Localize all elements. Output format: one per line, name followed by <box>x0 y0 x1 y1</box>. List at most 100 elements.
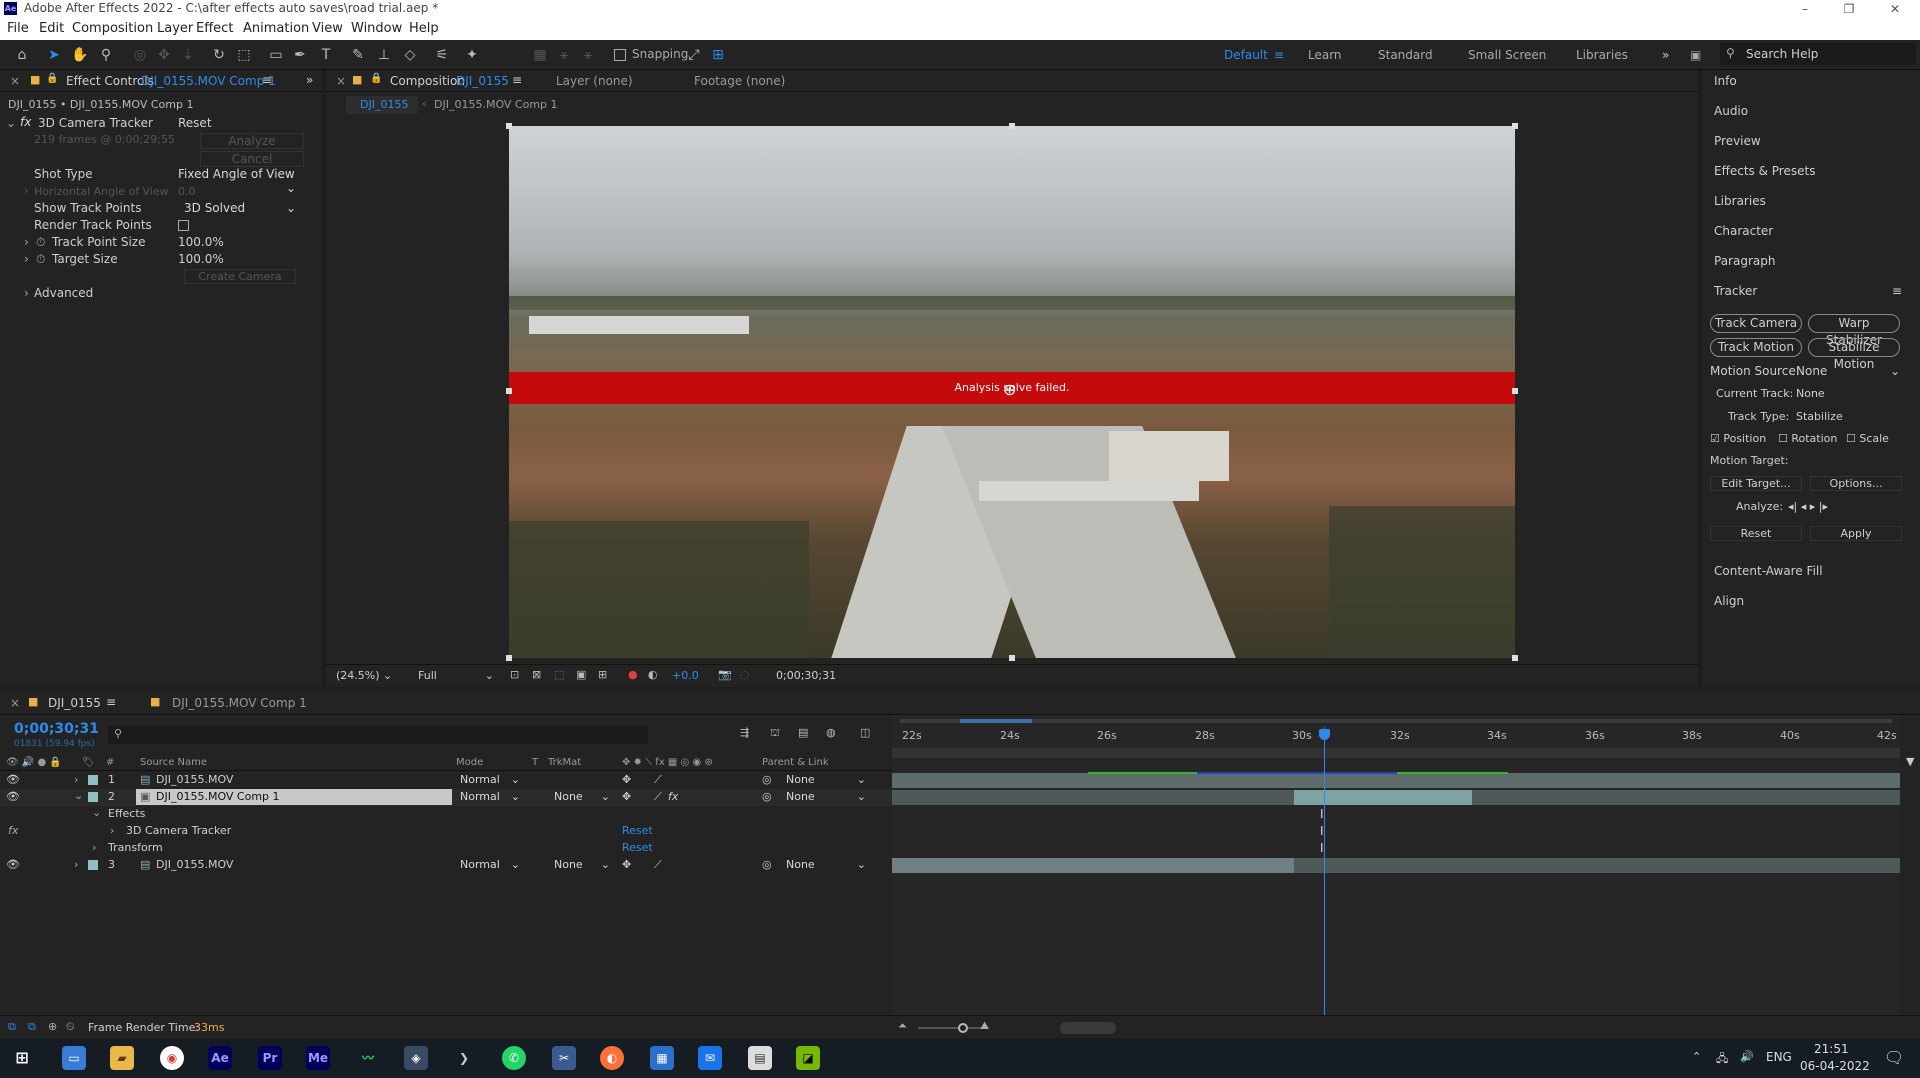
analyze-controls-icon[interactable]: ◂| ◂ ▸ |▸ <box>1788 500 1828 513</box>
clone-stamp-tool-icon[interactable]: ⊥ <box>374 45 394 65</box>
composition-viewer[interactable]: Analysis solve failed. ⊕ <box>509 126 1515 658</box>
trkmat-dropdown[interactable]: None ⌄ <box>554 790 610 803</box>
snap-grid-icon[interactable]: ⊞ <box>708 45 728 65</box>
anchor-point-icon[interactable]: ⊕ <box>1003 380 1016 399</box>
effect-controls-tab-target[interactable]: DJI_0155.MOV Comp 1 <box>141 74 276 88</box>
transform-handle[interactable] <box>1009 123 1015 129</box>
zoom-out-icon[interactable]: ⏶ <box>898 1019 907 1033</box>
timeline-tab-comp1[interactable]: DJI_0155.MOV Comp 1 <box>172 696 307 710</box>
timeline-scrollbar[interactable] <box>1060 1022 1116 1034</box>
expand-transform-icon[interactable]: › <box>92 841 96 854</box>
hand-tool-icon[interactable]: ✋ <box>70 45 90 65</box>
expand-panels-icon[interactable]: » <box>306 73 313 87</box>
close-window-button[interactable]: ✕ <box>1876 0 1914 18</box>
visibility-eye-icon[interactable]: 👁 <box>6 773 20 786</box>
menu-edit[interactable]: Edit <box>39 21 64 36</box>
menu-animation[interactable]: Animation <box>243 21 309 36</box>
notifications-icon[interactable]: 🗨 <box>1884 1048 1904 1067</box>
channels-icon[interactable]: ● <box>628 668 638 681</box>
transform-handle[interactable] <box>1512 123 1518 129</box>
parent-dropdown[interactable]: None ⌄ <box>786 858 866 871</box>
fx-icon[interactable]: fx <box>20 115 31 129</box>
media-encoder-icon[interactable]: Me <box>306 1046 330 1070</box>
effects-group-row[interactable]: ⌄ Effects <box>0 806 892 823</box>
zoom-dropdown[interactable]: (24.5%) ⌄ <box>336 669 392 682</box>
label-color-swatch[interactable] <box>88 860 98 870</box>
toggle-switches-icon[interactable]: ⧉ <box>8 1020 16 1034</box>
close-panel-icon[interactable]: × <box>10 74 20 88</box>
rectangle-tool-icon[interactable]: ▭ <box>266 45 286 65</box>
workspace-learn[interactable]: Learn <box>1308 48 1342 62</box>
lock-icon[interactable]: 🔒 <box>370 73 382 84</box>
close-panel-icon[interactable]: × <box>336 74 346 88</box>
expand-layer-icon[interactable]: › <box>74 858 78 871</box>
fx-icon[interactable]: fx <box>8 824 18 837</box>
collapse-effect-icon[interactable]: ⌄ <box>6 116 16 130</box>
menu-layer[interactable]: Layer <box>157 21 193 36</box>
rotation-checkbox[interactable]: ☐ Rotation <box>1778 432 1837 445</box>
mode-dropdown[interactable]: Normal ⌄ <box>460 790 520 803</box>
preview-panel-tab[interactable]: Preview <box>1714 134 1761 148</box>
workspace-libraries[interactable]: Libraries <box>1576 48 1628 62</box>
transform-handle[interactable] <box>1009 655 1015 661</box>
stopwatch-icon[interactable]: ⏱ <box>36 252 45 267</box>
layer-bar-3[interactable] <box>892 858 1294 873</box>
libraries-panel-tab[interactable]: Libraries <box>1714 194 1766 208</box>
effects-presets-panel-tab[interactable]: Effects & Presets <box>1714 164 1815 178</box>
rotation-tool-icon[interactable]: ↻ <box>209 45 229 65</box>
dolly-camera-icon[interactable]: ⇣ <box>178 45 198 65</box>
layer-name[interactable]: DJI_0155.MOV <box>156 773 233 786</box>
track-type-value[interactable]: Stabilize <box>1796 410 1843 423</box>
zoom-slider-thumb[interactable] <box>958 1023 968 1033</box>
mode-dropdown[interactable]: Normal ⌄ <box>460 858 520 871</box>
reset-exposure-icon[interactable]: ◐ <box>648 668 658 681</box>
eraser-tool-icon[interactable]: ◇ <box>400 45 420 65</box>
premiere-pro-icon[interactable]: Pr <box>258 1046 282 1070</box>
roto-brush-tool-icon[interactable]: ⚟ <box>432 45 452 65</box>
playhead-line[interactable] <box>1324 727 1325 1015</box>
zoom-slider-track[interactable] <box>918 1027 984 1029</box>
home-icon[interactable]: ⌂ <box>12 45 32 65</box>
nvidia-icon[interactable]: ◪ <box>796 1046 820 1070</box>
playhead-handle[interactable] <box>1319 729 1330 740</box>
windows-start-icon[interactable]: ⊞ <box>10 1046 34 1070</box>
target-size-value[interactable]: 100.0% <box>178 252 224 266</box>
motion-source-dropdown[interactable]: None ⌄ <box>1796 364 1900 378</box>
resolution-dropdown[interactable]: Full ⌄ <box>418 669 494 682</box>
selection-tool-icon[interactable]: ➤ <box>44 45 64 65</box>
parent-header[interactable]: Parent & Link <box>762 757 829 768</box>
zoom-tool-icon[interactable]: ⚲ <box>96 45 116 65</box>
render-track-points-checkbox[interactable] <box>178 220 189 231</box>
transform-handle[interactable] <box>506 123 512 129</box>
mask-visibility-icon[interactable]: ⬚ <box>554 668 564 681</box>
layer-row-2[interactable]: 👁 ⌄ 2 ▣ DJI_0155.MOV Comp 1 Normal ⌄ None… <box>0 789 892 806</box>
clock-date[interactable]: 06-04-2022 <box>1800 1059 1870 1073</box>
quality-switch-icon[interactable]: ⟋ <box>654 858 662 872</box>
work-area-range[interactable] <box>960 719 1032 723</box>
warp-stabilizer-button[interactable]: Warp Stabilizer <box>1808 314 1900 347</box>
comp-flowchart-icon[interactable]: ⇶ <box>740 726 749 739</box>
show-snapshot-icon[interactable]: ◌ <box>740 668 750 681</box>
pan-camera-icon[interactable]: ✥ <box>154 45 174 65</box>
search-help-field[interactable]: ⚲ Search Help <box>1720 43 1916 65</box>
panel-toggle-icon[interactable]: ▣ <box>1690 48 1701 62</box>
tracker-menu-icon[interactable]: ≡ <box>1892 284 1902 298</box>
trkmat-header[interactable]: TrkMat <box>548 757 581 768</box>
edit-target-button[interactable]: Edit Target... <box>1710 476 1802 491</box>
expand-track-point-size-icon[interactable]: › <box>24 235 29 249</box>
photos-icon[interactable]: ▤ <box>748 1046 772 1070</box>
exposure-value[interactable]: +0.0 <box>672 669 699 682</box>
crumb-comp[interactable]: DJI_0155.MOV Comp 1 <box>434 98 558 111</box>
menu-file[interactable]: File <box>7 21 29 36</box>
transform-handle[interactable] <box>506 388 512 394</box>
align-panel-tab[interactable]: Align <box>1714 594 1744 608</box>
shot-type-dropdown[interactable]: Fixed Angle of View ⌄ <box>178 167 296 195</box>
frame-blending-icon[interactable]: ▤ <box>798 726 808 739</box>
quality-switch-icon[interactable]: ⟋ <box>654 790 662 804</box>
pen-tool-icon[interactable]: ✒ <box>290 45 310 65</box>
visibility-eye-icon[interactable]: 👁 <box>6 858 20 871</box>
parent-dropdown[interactable]: None ⌄ <box>786 790 866 803</box>
menu-window[interactable]: Window <box>351 21 402 36</box>
info-panel-tab[interactable]: Info <box>1714 74 1737 88</box>
paragraph-panel-tab[interactable]: Paragraph <box>1714 254 1775 268</box>
